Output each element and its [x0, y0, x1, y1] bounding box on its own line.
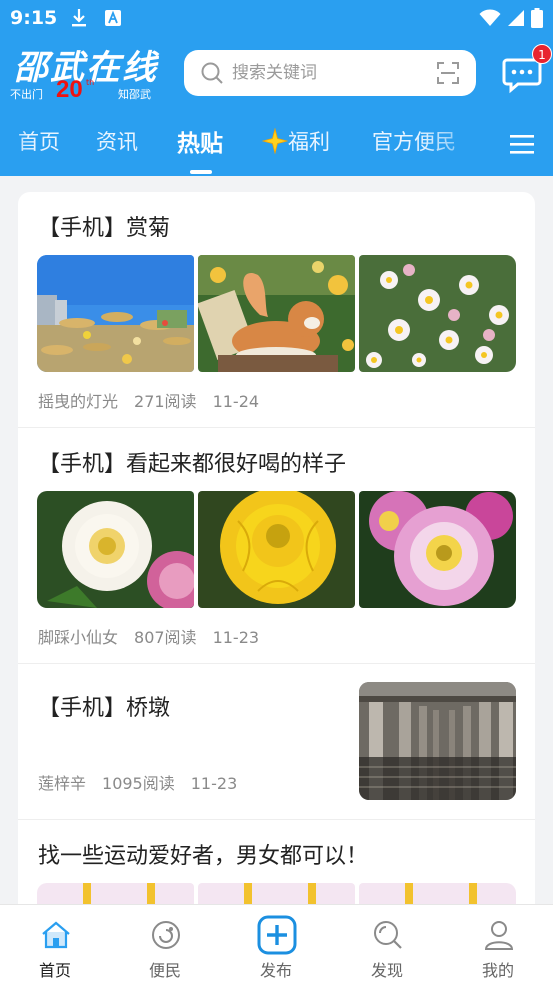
sparkle-icon — [262, 128, 288, 154]
post-title: 【手机】赏菊 — [38, 216, 171, 241]
post-author: 摇曳的灯光 — [38, 392, 119, 411]
post-author: 莲梓辛 — [38, 774, 87, 793]
post-image[interactable] — [359, 491, 516, 608]
post-thumbnails — [37, 255, 516, 372]
post-card[interactable]: 找一些运动爱好者，男女都可以！ — [18, 820, 535, 904]
search-input[interactable] — [232, 63, 422, 83]
post-meta: 莲梓辛 1095阅读 11-23 — [38, 770, 253, 794]
app-logo[interactable]: 邵武在线 不出门 20 th 知邵武 — [10, 40, 165, 104]
discover-search-icon — [374, 921, 402, 949]
nav-publish[interactable]: 发布 — [221, 905, 331, 984]
message-badge: 1 — [532, 44, 552, 64]
post-meta: 脚踩小仙女 807阅读 11-23 — [38, 624, 275, 648]
post-reads: 807阅读 — [134, 628, 197, 647]
post-card[interactable]: 【手机】桥墩 莲梓辛 1095阅读 11-23 — [18, 664, 535, 820]
tab-welfare[interactable]: 福利 — [262, 126, 330, 156]
channel-tabs: 首页 资讯 热贴 福利 官方便民 — [0, 112, 553, 176]
tabs-fade — [420, 112, 490, 176]
tab-welfare-label: 福利 — [288, 130, 330, 154]
post-card[interactable]: 【手机】赏菊 摇曳的灯光 271阅读 11-24 — [18, 192, 535, 428]
search-icon — [201, 62, 223, 84]
search-bar[interactable] — [184, 50, 476, 96]
home-icon — [42, 921, 70, 949]
tab-news[interactable]: 资讯 — [96, 126, 138, 156]
logo-slogan-right: 知邵武 — [118, 88, 151, 101]
logo-slogan-left: 不出门 — [10, 88, 43, 101]
post-date: 11-23 — [212, 628, 260, 647]
tab-hot-posts[interactable]: 热贴 — [177, 124, 223, 158]
post-title: 找一些运动爱好者，男女都可以！ — [38, 844, 369, 869]
post-date: 11-23 — [190, 774, 238, 793]
scan-icon[interactable] — [436, 61, 460, 85]
logo-anniversary-suffix: th — [86, 78, 95, 87]
post-card[interactable]: 【手机】看起来都很好喝的样子 脚踩小仙女 807阅读 11-23 — [18, 428, 535, 664]
nav-services[interactable]: 便民 — [110, 905, 220, 984]
download-icon — [72, 9, 86, 27]
active-tab-indicator — [190, 170, 212, 174]
nav-publish-label: 发布 — [259, 961, 292, 980]
post-title: 【手机】看起来都很好喝的样子 — [38, 452, 347, 477]
tabs-fade-left — [0, 112, 30, 176]
nav-discover[interactable]: 发现 — [332, 905, 442, 984]
post-image[interactable] — [37, 883, 194, 904]
post-image[interactable] — [359, 883, 516, 904]
status-time: 9:15 — [10, 7, 58, 29]
post-image[interactable] — [198, 255, 355, 372]
post-reads: 271阅读 — [134, 392, 197, 411]
post-image[interactable] — [359, 682, 516, 800]
top-header: 9:15 邵武在线 不出门 20 th 知邵武 搜索关键词 1 首页 资讯 热贴… — [0, 0, 553, 176]
nav-profile-label: 我的 — [481, 961, 514, 980]
nav-home-label: 首页 — [38, 961, 71, 980]
post-image[interactable] — [37, 255, 194, 372]
logo-anniversary-number: 20 — [56, 76, 83, 103]
signal-icon — [508, 10, 524, 26]
service-icon — [152, 921, 180, 949]
publish-plus-icon — [257, 915, 297, 955]
wifi-icon — [479, 9, 501, 26]
profile-icon — [484, 921, 514, 950]
battery-icon — [531, 8, 543, 28]
nav-profile[interactable]: 我的 — [443, 905, 553, 984]
post-image[interactable] — [198, 491, 355, 608]
app-notify-icon — [105, 10, 121, 26]
nav-services-label: 便民 — [148, 961, 181, 980]
post-author: 脚踩小仙女 — [38, 628, 119, 647]
post-title: 【手机】桥墩 — [38, 696, 171, 721]
post-image[interactable] — [198, 883, 355, 904]
post-reads: 1095阅读 — [102, 774, 175, 793]
post-thumbnails — [37, 883, 516, 904]
post-thumbnails — [37, 491, 516, 608]
menu-icon[interactable] — [508, 132, 536, 156]
bottom-nav: 首页 便民 发布 发现 我的 — [0, 904, 553, 984]
status-bar: 9:15 — [0, 0, 553, 38]
post-meta: 摇曳的灯光 271阅读 11-24 — [38, 388, 275, 412]
post-feed: 【手机】赏菊 摇曳的灯光 271阅读 11-24 【手机】看起来都很好喝的样子 … — [18, 192, 535, 904]
nav-discover-label: 发现 — [370, 961, 403, 980]
app-bar: 邵武在线 不出门 20 th 知邵武 1 — [0, 38, 553, 108]
post-date: 11-24 — [212, 392, 260, 411]
post-image[interactable] — [37, 491, 194, 608]
nav-home[interactable]: 首页 — [0, 905, 110, 984]
post-image[interactable] — [359, 255, 516, 372]
